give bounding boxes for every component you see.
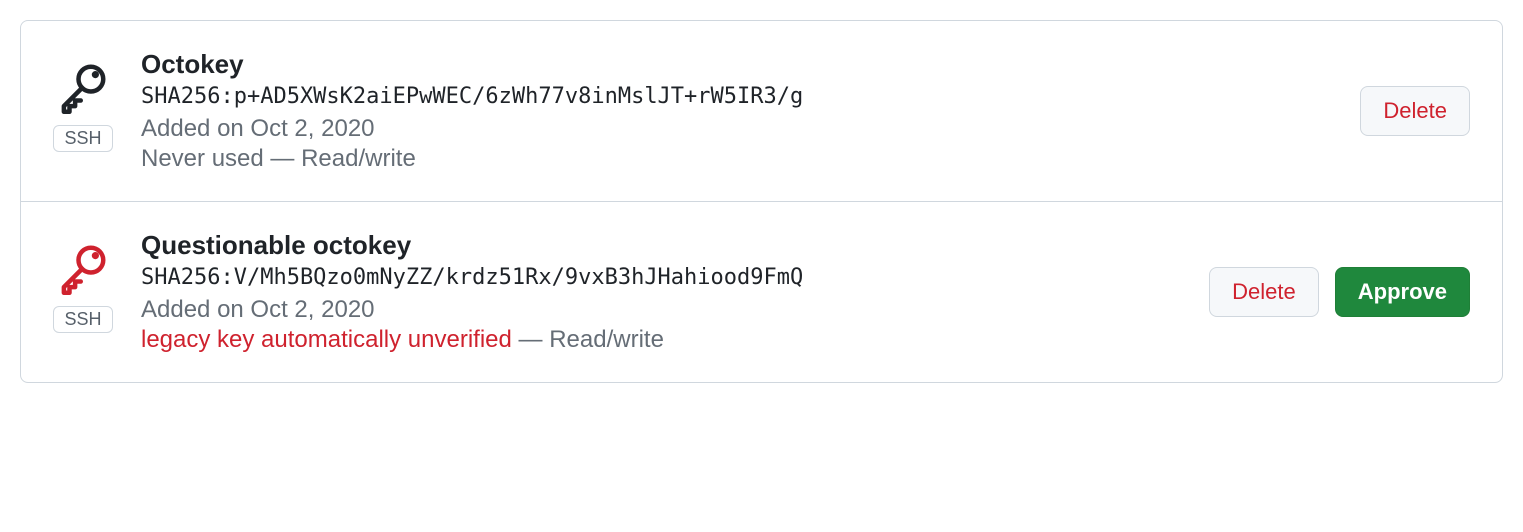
key-fingerprint: SHA256:V/Mh5BQzo0mNyZZ/krdz51Rx/9vxB3hJH… [141,265,1189,290]
key-permission: Read/write [301,145,416,172]
key-actions: Delete Approve [1209,267,1470,318]
approve-button[interactable]: Approve [1335,267,1470,318]
key-actions: Delete [1360,86,1470,137]
ssh-key-item: SSH Questionable octokey SHA256:V/Mh5BQz… [21,202,1502,382]
key-added-date: Added on Oct 2, 2020 [141,115,1340,143]
ssh-key-list: SSH Octokey SHA256:p+AD5XWsK2aiEPwWEC/6z… [20,20,1503,383]
key-permission: Read/write [549,326,664,353]
key-status: Never used — Read/write [141,145,1340,173]
key-type-badge: SSH [53,306,112,333]
status-separator: — [264,145,301,172]
key-title: Questionable octokey [141,230,1189,261]
ssh-key-item: SSH Octokey SHA256:p+AD5XWsK2aiEPwWEC/6z… [21,21,1502,202]
key-info: Octokey SHA256:p+AD5XWsK2aiEPwWEC/6zWh77… [141,49,1340,173]
key-icon [53,238,113,298]
key-info: Questionable octokey SHA256:V/Mh5BQzo0mN… [141,230,1189,354]
key-type-badge: SSH [53,125,112,152]
key-status: legacy key automatically unverified — Re… [141,326,1189,354]
key-icon-column: SSH [53,230,113,333]
key-status-prefix: Never used [141,145,264,172]
key-status-warning: legacy key automatically unverified [141,326,512,353]
key-added-date: Added on Oct 2, 2020 [141,296,1189,324]
key-icon [53,57,113,117]
key-icon-column: SSH [53,49,113,152]
key-fingerprint: SHA256:p+AD5XWsK2aiEPwWEC/6zWh77v8inMslJ… [141,84,1340,109]
delete-button[interactable]: Delete [1209,267,1319,318]
key-title: Octokey [141,49,1340,80]
delete-button[interactable]: Delete [1360,86,1470,137]
status-separator: — [512,326,549,353]
